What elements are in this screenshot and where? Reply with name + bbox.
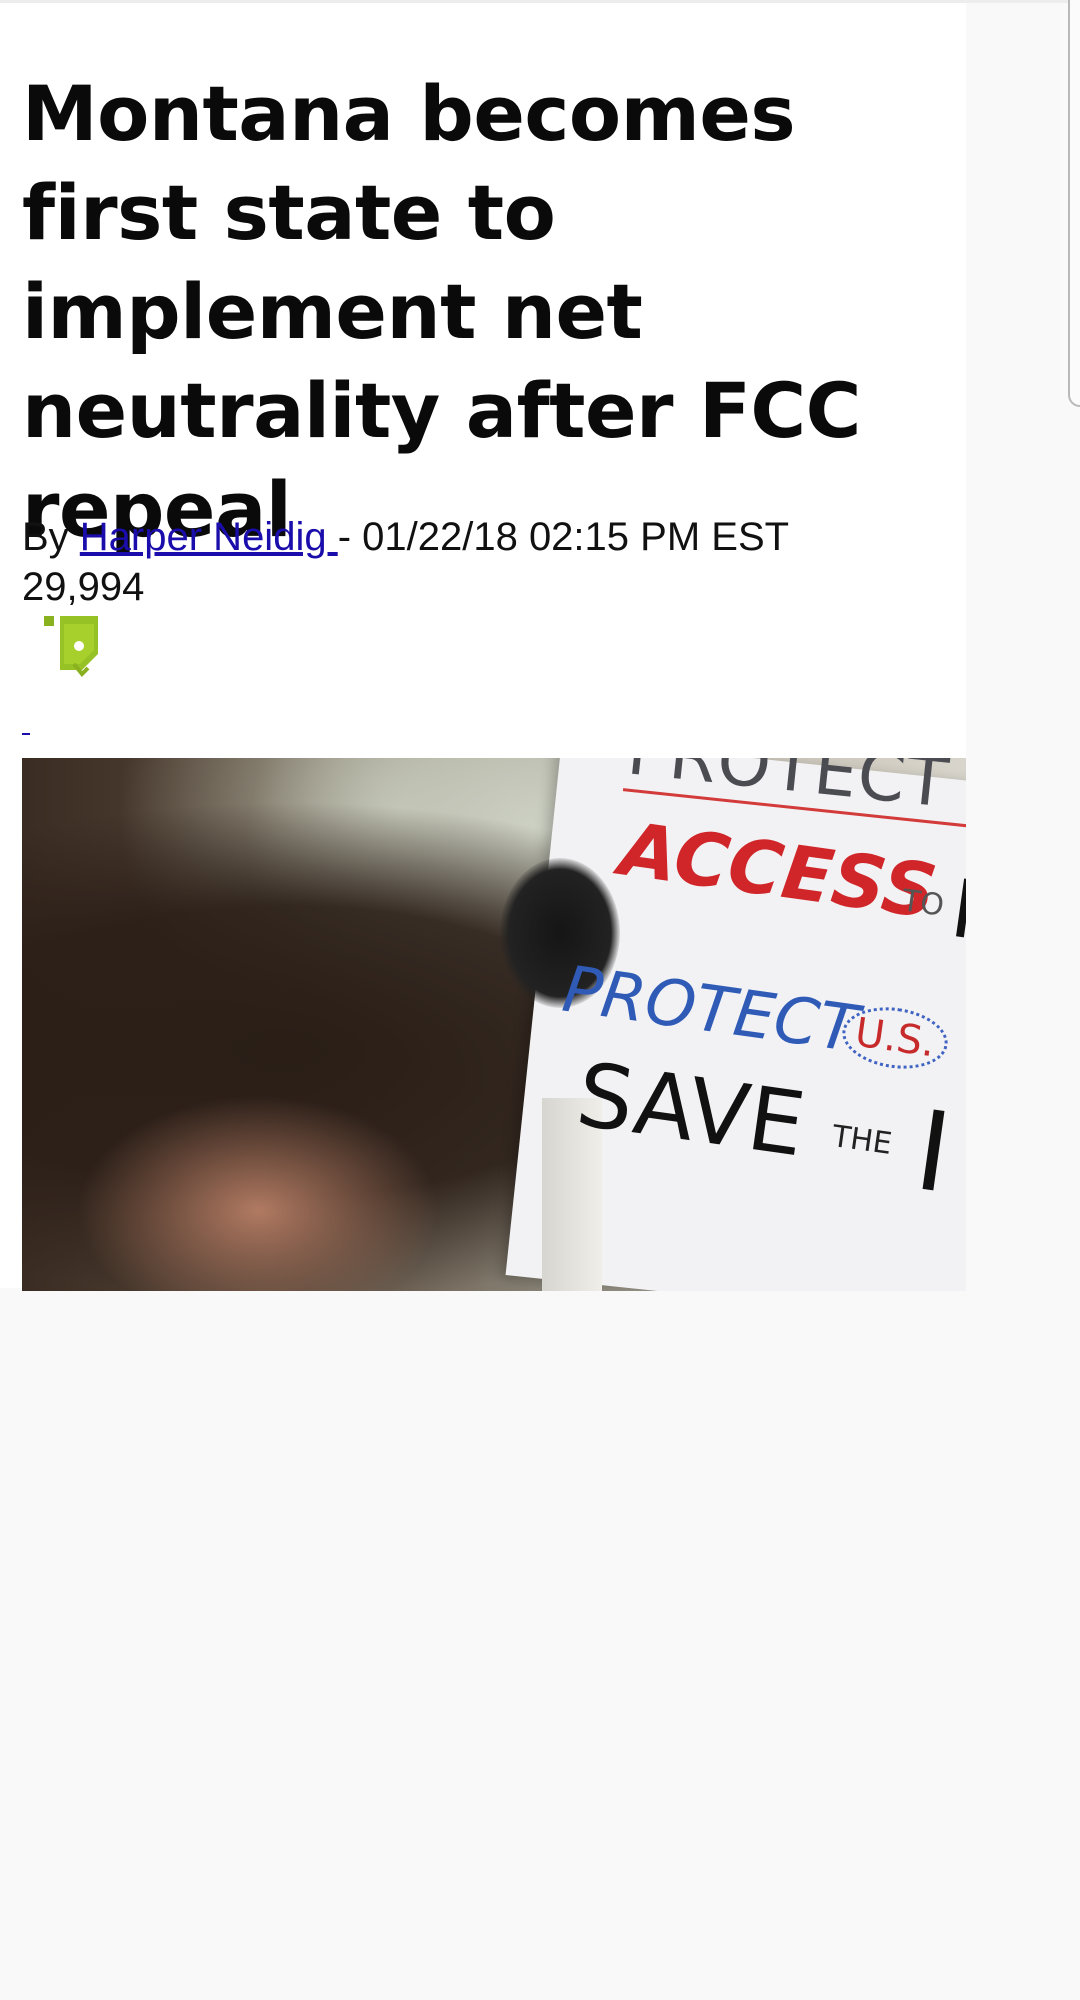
article-card: Montana becomes first state to implement… [0, 3, 966, 1291]
article-title: Montana becomes first state to implement… [22, 69, 861, 554]
scroll-handle[interactable] [1068, 0, 1080, 407]
byline: By Harper Neidig - 01/22/18 02:15 PM EST [22, 513, 789, 561]
view-count: 29,994 [22, 565, 145, 609]
author-link[interactable]: Harper Neidig [80, 515, 338, 559]
article-hero-image: PROTECT ACCESS TO I PROTECT U.S. SAVE TH… [22, 758, 966, 1291]
image-link[interactable] [22, 715, 30, 735]
publish-date: - 01/22/18 02:15 PM EST [337, 515, 790, 559]
byline-prefix: By [22, 515, 80, 559]
sign-text-to: TO [899, 883, 947, 924]
broken-image-icon [44, 616, 98, 677]
